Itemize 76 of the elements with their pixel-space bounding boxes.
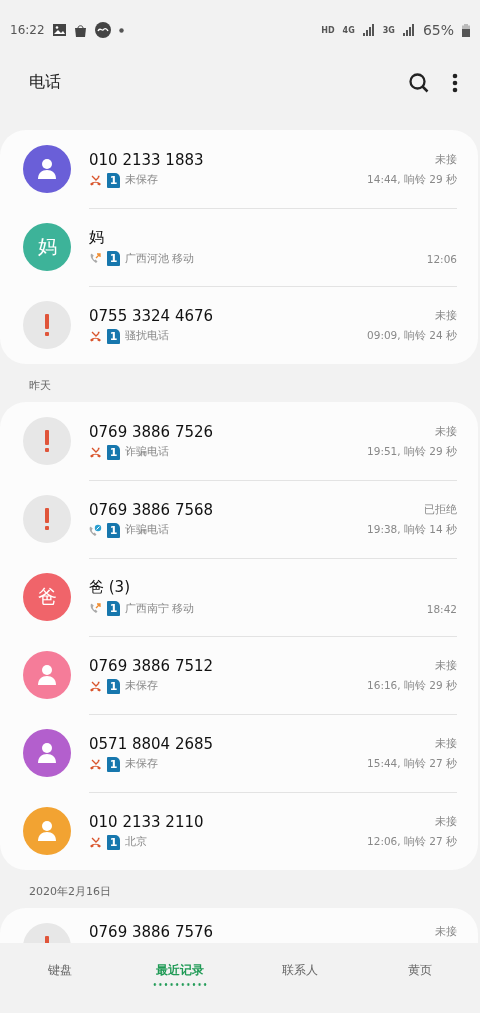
sim-badge: 1 [107,522,120,538]
caller-name[interactable]: 0769 3886 7512 [89,656,430,675]
battery-icon [462,23,470,37]
call-status: 未接 [435,925,457,939]
section-date-label: 2020年2月16日 [28,884,112,900]
caller-name[interactable]: 妈 [89,228,457,247]
caller-name[interactable]: 010 2133 2110 [89,812,430,831]
missed-call-icon [89,173,102,187]
app-icon [94,22,111,38]
call-status: 未接 [435,424,457,439]
caller-name[interactable]: 0769 3886 7526 [89,422,430,441]
caller-name[interactable]: 0571 8804 2685 [89,734,430,753]
call-time: 12:06, 响铃 27 秒 [367,835,457,849]
contact-avatar: 妈 [23,223,71,271]
call-time: 15:44, 响铃 27 秒 [367,757,457,771]
contact-avatar: 爸 [23,573,71,621]
call-time: 12:06 [426,252,457,265]
call-status: 未接 [435,736,457,751]
signal-icon [402,24,415,36]
call-time: 19:51, 响铃 29 秒 [367,445,457,459]
outgoing-call-icon [89,252,102,265]
nav-tab[interactable]: 联系人 [240,943,360,1013]
caller-name[interactable]: 爸 (3) [89,578,457,597]
network-type: 3G [382,25,395,35]
network-type: 4G [342,25,355,35]
caller-name[interactable]: 0755 3324 4676 [89,306,430,325]
caller-name[interactable]: 0769 3886 7576 [89,923,430,941]
status-time: 16:22 [10,23,45,37]
sim-badge: 1 [107,601,120,616]
caller-detail: 广西南宁 移动 [125,601,196,616]
call-status: 未接 [435,152,457,167]
outgoing-call-icon [89,602,102,615]
call-status: 未接 [435,308,457,323]
image-icon [52,24,66,36]
caller-detail: 骚扰电话 [125,329,170,343]
bag-icon [73,23,87,37]
section-date-label: 昨天 [28,378,52,394]
missed-call-icon [89,329,102,343]
call-time: 14:44, 响铃 29 秒 [367,173,457,187]
caller-detail: 诈骗电话 [125,445,170,459]
missed-call-icon [89,679,102,693]
missed-call-icon [89,835,102,849]
caller-detail: 诈骗电话 [125,523,170,537]
call-time: 18:42 [426,602,457,615]
battery-percent: 65% [422,22,454,38]
caller-name[interactable]: 0769 3886 7568 [89,500,419,519]
call-status: 未接 [435,658,457,673]
caller-detail: 未保存 [125,757,159,771]
missed-call-icon [89,757,102,771]
caller-detail: 广西河池 移动 [125,251,196,266]
search-icon[interactable] [408,71,430,94]
dot-icon [118,27,124,33]
caller-detail: 未保存 [125,679,159,693]
more-options-icon[interactable] [452,72,458,93]
signal-icon [362,24,375,36]
blocked-call-icon [89,523,102,537]
call-status: 未接 [435,814,457,829]
app-title: 电话 [29,72,62,93]
sim-badge: 1 [107,834,120,850]
sim-badge: 1 [107,756,120,772]
caller-detail: 未保存 [125,173,159,187]
nav-tab[interactable]: 黄页 [360,943,480,1013]
caller-detail: 北京 [125,835,148,849]
sim-badge: 1 [107,444,120,460]
missed-call-icon [89,445,102,459]
call-time: 19:38, 响铃 14 秒 [367,523,457,537]
sim-badge: 1 [107,251,120,266]
call-time: 09:09, 响铃 24 秒 [367,329,457,343]
sim-badge: 1 [107,678,120,694]
sim-badge: 1 [107,328,120,344]
caller-name[interactable]: 010 2133 1883 [89,150,430,169]
call-status: 已拒绝 [424,502,457,517]
sim-badge: 1 [107,172,120,188]
nav-tab[interactable]: 键盘 [0,943,120,1013]
hd-indicator: HD [321,25,335,35]
call-time: 16:16, 响铃 29 秒 [367,679,457,693]
